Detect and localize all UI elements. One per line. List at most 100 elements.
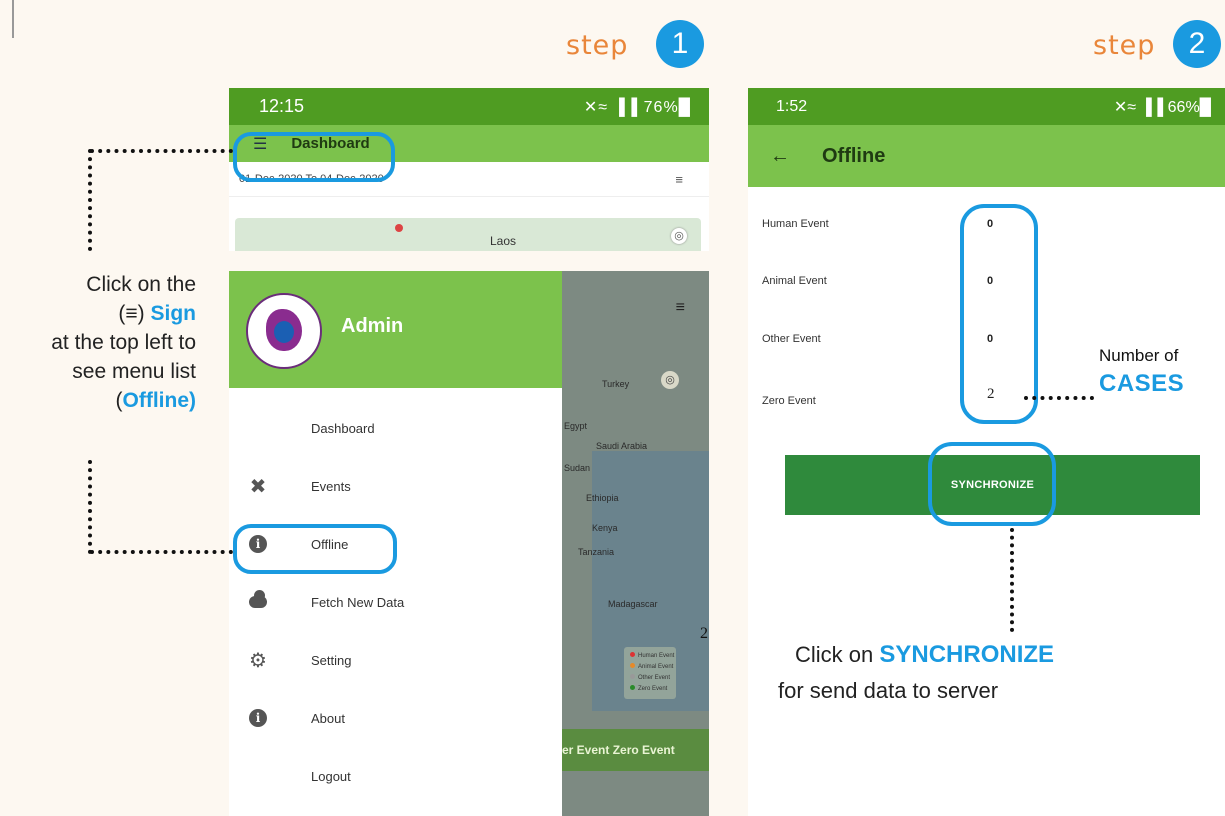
events-icon: ✖ — [249, 475, 267, 498]
status-time: 12:15 — [259, 96, 305, 116]
cases-caption: Number of — [1099, 346, 1179, 365]
connector-line — [1010, 528, 1014, 632]
map-legend: Human Event Animal Event Other Event Zer… — [624, 647, 676, 699]
gear-icon: ⚙ — [249, 649, 267, 672]
cases-highlight — [960, 204, 1038, 424]
legend-item: Animal Event — [630, 663, 673, 670]
offline-highlight — [233, 524, 397, 574]
event-tabs-bar: er Event Zero Event — [562, 729, 709, 771]
status-bar: 12:15 ✕≈ ▐▐ 76%█ — [229, 88, 709, 125]
step-2-label: step — [1093, 30, 1156, 61]
menu-item-dashboard[interactable]: Dashboard — [229, 408, 562, 448]
info-icon: i — [249, 709, 267, 727]
menu-item-logout[interactable]: Logout — [229, 756, 562, 796]
sync-instruction-line2: for send data to server — [778, 678, 999, 703]
drawer-header: Admin — [229, 271, 562, 388]
page-title: Offline — [822, 144, 886, 167]
menu-item-setting[interactable]: ⚙ Setting — [229, 640, 562, 680]
map-label: Saudi Arabia — [596, 441, 648, 451]
menu-item-label: About — [311, 710, 345, 726]
map-background: ≡ ◎ Turkey Egypt Saudi Arabia Sudan Ethi… — [562, 271, 709, 816]
synchronize-keyword: SYNCHRONIZE — [879, 641, 1055, 668]
legend-dot — [630, 652, 635, 657]
legend-label: Zero Event — [638, 686, 668, 692]
instruction-line: see menu list — [72, 360, 196, 383]
map-label: Ethiopia — [586, 493, 619, 503]
dashboard-icon — [249, 767, 267, 785]
offline-app-bar: ← Offline — [748, 125, 1225, 187]
event-label: Zero Event — [762, 395, 816, 407]
legend-item: Other Event — [630, 674, 670, 681]
hamburger-icon: ≡ — [125, 302, 138, 325]
menu-item-fetch-new-data[interactable]: Fetch New Data — [229, 582, 562, 622]
connector-line — [1024, 396, 1094, 400]
instruction-text: Click on — [795, 642, 880, 667]
legend-item: Zero Event — [630, 685, 667, 692]
event-label: Human Event — [762, 218, 829, 230]
map-pin-icon — [395, 224, 403, 232]
sync-instruction: Click on SYNCHRONIZE — [795, 640, 1054, 670]
instruction-line: (≡) Sign — [0, 299, 196, 328]
status-icons: ✕≈ ▐▐ 76%█ — [583, 98, 691, 116]
map-preview[interactable]: Laos ◎ — [235, 218, 701, 251]
step-2-badge: 2 — [1173, 20, 1221, 68]
legend-label: Animal Event — [638, 664, 674, 670]
offline-keyword: Offline — [122, 389, 190, 412]
menu-item-label: Events — [311, 478, 351, 494]
paren: ) — [137, 302, 145, 325]
instruction-line: (Offline) — [0, 386, 197, 415]
locate-icon: ◎ — [661, 371, 679, 389]
dashboard-icon — [249, 419, 267, 437]
hamburger-highlight — [233, 132, 395, 182]
legend-dot — [630, 663, 635, 668]
menu-item-label: Logout — [311, 768, 351, 784]
status-icons: ✕≈ ▐▐ 66%█ — [1113, 98, 1211, 116]
instruction-line: at the top left to — [51, 331, 196, 354]
filter-icon[interactable]: ≡ — [675, 172, 683, 187]
legend-label: Human Event — [638, 653, 675, 659]
step-1-label: step — [566, 30, 629, 61]
menu-item-events[interactable]: ✖ Events — [229, 466, 562, 506]
instruction-line: Click on SYNCHRONIZE — [795, 640, 1054, 670]
synchronize-highlight — [928, 442, 1056, 526]
instruction-line: Click on the — [86, 273, 196, 296]
paren: ) — [189, 389, 196, 412]
connector-line — [88, 149, 92, 251]
organization-logo — [246, 293, 322, 369]
connector-line — [90, 550, 233, 554]
logo-shape — [274, 321, 294, 343]
event-label: Animal Event — [762, 275, 827, 287]
map-label: Laos — [490, 234, 517, 248]
connector-line — [90, 149, 233, 153]
menu-item-label: Dashboard — [311, 420, 375, 436]
menu-item-label: Setting — [311, 652, 352, 668]
page-edge-line — [12, 0, 14, 38]
drawer-username: Admin — [341, 315, 404, 337]
back-arrow-icon[interactable]: ← — [770, 145, 790, 168]
cases-keyword: CASES — [1099, 370, 1185, 397]
map-label: Tanzania — [578, 547, 615, 557]
menu-instruction: Click on the (≡) Sign at the top left to… — [0, 270, 196, 415]
cloud-icon — [249, 590, 267, 611]
legend-dot — [630, 674, 635, 679]
sign-keyword: Sign — [150, 302, 197, 325]
filter-icon: ≡ — [675, 299, 685, 316]
step-1-badge: 1 — [656, 20, 704, 68]
status-bar: 1:52 ✕≈ ▐▐ 66%█ — [748, 88, 1225, 125]
connector-line — [88, 460, 92, 554]
event-label: Other Event — [762, 333, 821, 345]
legend-label: Other Event — [638, 675, 671, 681]
menu-item-about[interactable]: i About — [229, 698, 562, 738]
paren: ( — [115, 389, 123, 412]
page-marker: 2 — [700, 625, 708, 642]
map-label: Sudan — [564, 463, 591, 473]
map-label: Madagascar — [608, 599, 658, 609]
map-label: Egypt — [564, 421, 588, 431]
menu-item-label: Fetch New Data — [311, 594, 405, 610]
legend-dot — [630, 685, 635, 690]
legend-item: Human Event — [630, 652, 674, 659]
status-time: 1:52 — [776, 97, 808, 115]
locate-icon[interactable]: ◎ — [671, 228, 687, 244]
map-label: Turkey — [602, 379, 630, 389]
map-label: Kenya — [592, 523, 618, 533]
